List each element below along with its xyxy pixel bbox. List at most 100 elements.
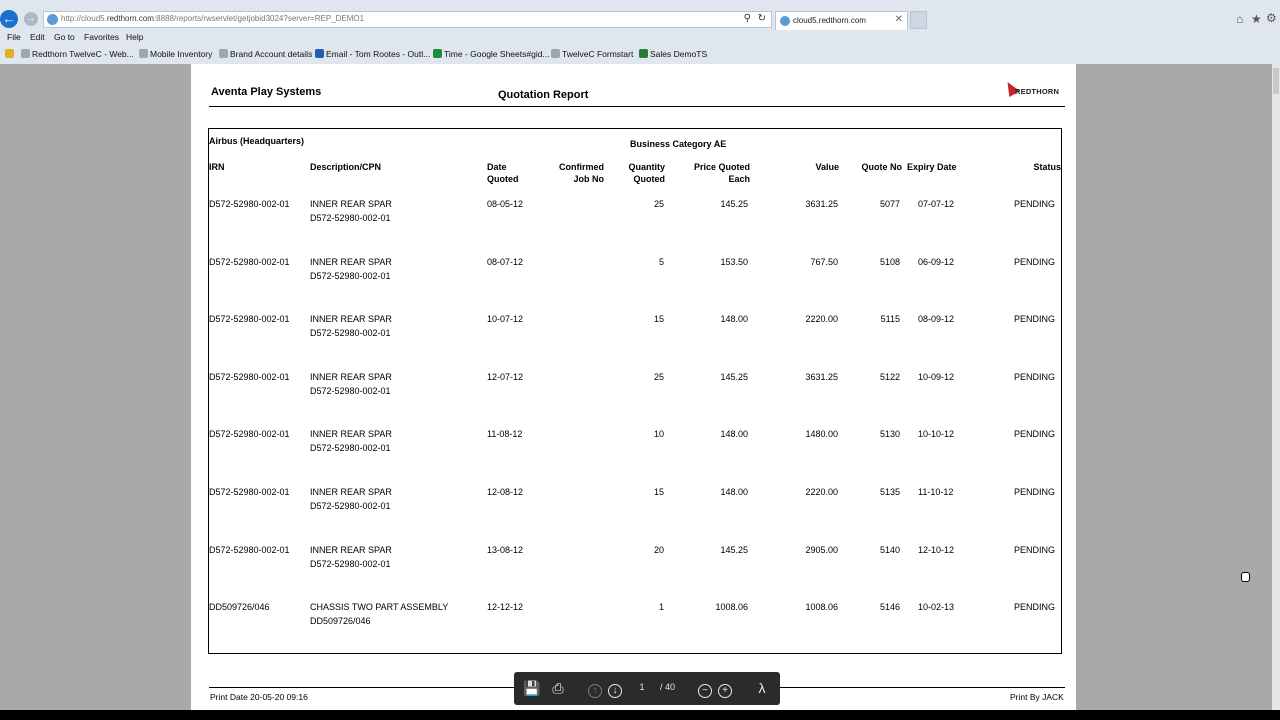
row-expiry-date: 07-07-12	[918, 199, 955, 209]
row-quote-no: 5140	[879, 545, 900, 555]
tab-favicon-icon	[780, 16, 790, 26]
back-button[interactable]: ←	[0, 10, 18, 28]
row-quantity: 10	[653, 429, 664, 439]
favorite-link[interactable]: Sales DemoTS	[639, 49, 707, 59]
menu-bar: File Edit Go to Favorites Help	[0, 30, 1280, 45]
column-header-quantity: Quantity Quoted	[628, 162, 665, 184]
row-cpn: DD509726/046	[310, 616, 371, 626]
adobe-acrobat-icon[interactable]: λ	[753, 680, 771, 696]
close-tab-icon[interactable]: ✕	[895, 14, 903, 25]
row-cpn: D572-52980-002-01	[310, 443, 391, 453]
browser-tab[interactable]: cloud5.redthorn.com ✕	[775, 11, 908, 30]
row-description: CHASSIS TWO PART ASSEMBLY	[310, 602, 449, 612]
favorite-link[interactable]: TwelveC Formstart	[551, 49, 633, 59]
row-irn: D572-52980-002-01	[209, 429, 290, 439]
row-price-each: 153.50	[720, 257, 748, 267]
row-quantity: 5	[658, 257, 664, 267]
company-name: Aventa Play Systems	[211, 86, 322, 98]
vertical-scrollbar[interactable]	[1272, 64, 1280, 710]
forward-button[interactable]: →	[24, 12, 38, 26]
row-quantity: 20	[653, 545, 664, 555]
row-cpn: D572-52980-002-01	[310, 213, 391, 223]
row-irn: D572-52980-002-01	[209, 372, 290, 382]
row-quantity: 1	[658, 602, 664, 612]
home-icon[interactable]: ⌂	[1236, 12, 1243, 26]
refresh-icon[interactable]: ↻	[758, 13, 766, 24]
address-bar[interactable]: http://cloud5.redthorn.com:8888/reports/…	[43, 11, 772, 28]
row-price-each: 148.00	[720, 429, 748, 439]
favorites-star-icon[interactable]	[5, 49, 16, 59]
row-quote-no: 5077	[879, 199, 900, 209]
star-icon[interactable]: ★	[1251, 12, 1262, 26]
row-description: INNER REAR SPAR	[310, 199, 392, 209]
row-expiry-date: 10-10-12	[918, 429, 955, 439]
row-date-quoted: 12-07-12	[487, 372, 524, 382]
row-irn: D572-52980-002-01	[209, 199, 290, 209]
row-date-quoted: 10-07-12	[487, 314, 524, 324]
row-quote-no: 5130	[879, 429, 900, 439]
row-status: PENDING	[1013, 257, 1055, 267]
zoom-out-icon[interactable]: −	[696, 680, 714, 698]
report-title: Quotation Report	[498, 89, 589, 101]
row-value: 2220.00	[805, 487, 838, 497]
menu-go-to[interactable]: Go to	[54, 32, 75, 42]
menu-help[interactable]: Help	[126, 32, 143, 42]
row-expiry-date: 10-02-13	[918, 602, 955, 612]
favorite-link[interactable]: Brand Account details	[219, 49, 312, 59]
row-value: 1008.06	[805, 602, 838, 612]
gear-icon[interactable]: ⚙	[1266, 11, 1277, 25]
hand-cursor-icon	[1241, 572, 1250, 582]
page-number-input[interactable]: 1	[636, 682, 648, 692]
column-header-description: Description/CPN	[310, 162, 382, 172]
row-status: PENDING	[1013, 429, 1055, 439]
logo-text: REDTHORN	[1015, 87, 1060, 96]
row-price-each: 145.25	[720, 545, 748, 555]
menu-favorites[interactable]: Favorites	[84, 32, 119, 42]
menu-file[interactable]: File	[7, 32, 21, 42]
page-favicon-icon	[47, 14, 58, 25]
row-price-each: 148.00	[720, 314, 748, 324]
row-value: 3631.25	[805, 372, 838, 382]
row-expiry-date: 10-09-12	[918, 372, 955, 382]
row-description: INNER REAR SPAR	[310, 372, 392, 382]
row-quantity: 25	[653, 372, 664, 382]
favorite-link[interactable]: Redthorn TwelveC - Web...	[21, 49, 134, 59]
favorite-link[interactable]: Mobile Inventory	[139, 49, 212, 59]
save-icon[interactable]: 💾	[523, 680, 541, 696]
business-category: Business Category AE	[630, 139, 727, 149]
row-status: PENDING	[1013, 487, 1055, 497]
column-header-status: Status	[1033, 162, 1061, 172]
row-quote-no: 5115	[880, 314, 900, 324]
search-icon[interactable]: ⚲	[744, 13, 751, 24]
row-quantity: 25	[653, 199, 664, 209]
menu-edit[interactable]: Edit	[30, 32, 45, 42]
row-cpn: D572-52980-002-01	[310, 271, 391, 281]
scrollbar-thumb[interactable]	[1273, 68, 1279, 94]
row-date-quoted: 11-08-12	[487, 429, 523, 439]
row-cpn: D572-52980-002-01	[310, 559, 391, 569]
column-header-quote-no: Quote No	[861, 162, 903, 172]
row-price-each: 1008.06	[715, 602, 748, 612]
page-up-icon[interactable]: ↑	[586, 680, 604, 698]
row-price-each: 145.25	[720, 199, 748, 209]
address-url[interactable]: http://cloud5.redthorn.com:8888/reports/…	[61, 14, 364, 23]
row-status: PENDING	[1013, 602, 1055, 612]
favorite-link[interactable]: Email - Tom Rootes - Outl...	[315, 49, 430, 59]
row-value: 2220.00	[805, 314, 838, 324]
row-price-each: 145.25	[720, 372, 748, 382]
favorite-link[interactable]: Time - Google Sheets#gid...	[433, 49, 550, 59]
row-cpn: D572-52980-002-01	[310, 501, 391, 511]
row-description: INNER REAR SPAR	[310, 545, 392, 555]
row-date-quoted: 12-08-12	[487, 487, 524, 497]
row-expiry-date: 12-10-12	[918, 545, 955, 555]
zoom-in-icon[interactable]: +	[716, 680, 734, 698]
print-icon[interactable]: ⎙	[549, 680, 567, 696]
row-status: PENDING	[1013, 199, 1055, 209]
new-tab-button[interactable]	[910, 11, 927, 29]
row-status: PENDING	[1013, 314, 1055, 324]
row-description: INNER REAR SPAR	[310, 257, 392, 267]
row-irn: D572-52980-002-01	[209, 487, 290, 497]
row-expiry-date: 06-09-12	[918, 257, 955, 267]
page-down-icon[interactable]: ↓	[606, 680, 624, 698]
row-price-each: 148.00	[720, 487, 748, 497]
